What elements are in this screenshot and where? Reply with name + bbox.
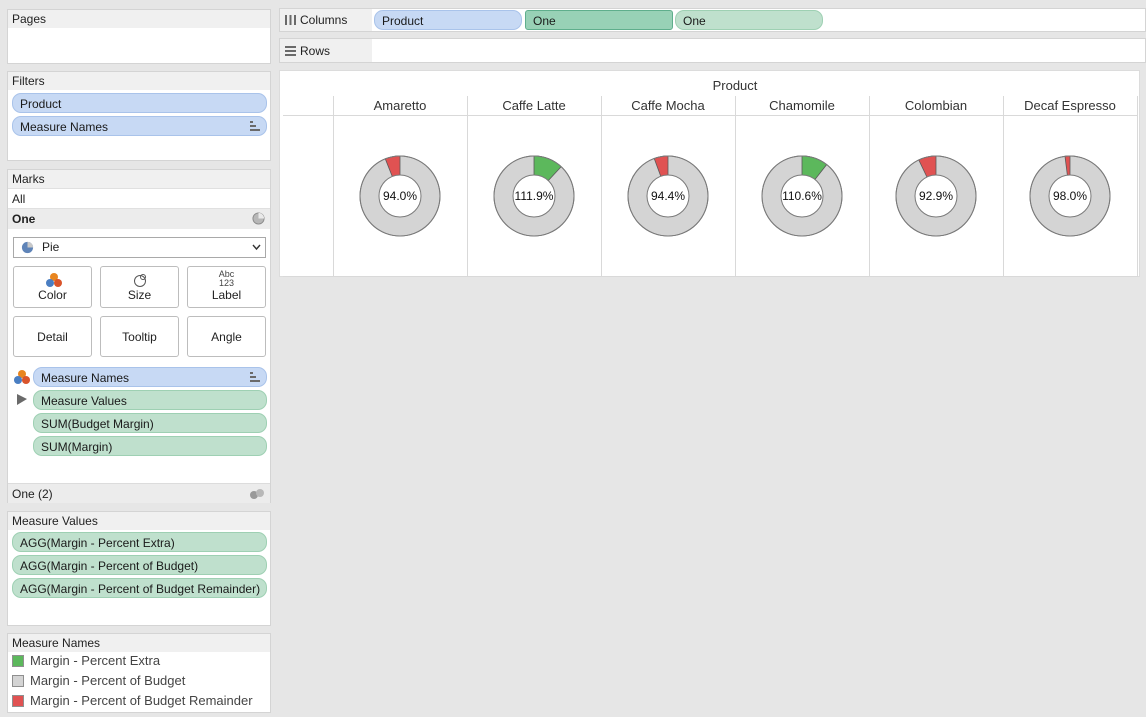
measure-values-pill-label: AGG(Margin - Percent of Budget Remainder…: [20, 582, 261, 596]
product-header-label[interactable]: Caffe Latte: [502, 98, 565, 113]
measure-values-pill-budget[interactable]: AGG(Margin - Percent of Budget): [12, 555, 267, 575]
columns-pill-label: One: [533, 14, 556, 28]
donut-center-label: 94.0%: [383, 189, 417, 203]
chevron-down-icon: [252, 244, 261, 251]
filters-title: Filters: [8, 72, 270, 90]
legend-item-percent-remainder[interactable]: Margin - Percent of Budget Remainder: [12, 692, 253, 710]
rows-shelf-label: Rows: [280, 39, 372, 62]
rows-shelf[interactable]: Rows: [279, 38, 1146, 63]
legend-item-percent-extra[interactable]: Margin - Percent Extra: [12, 652, 160, 670]
angle-encoding-icon: [17, 394, 27, 405]
columns-pill-label: Product: [382, 14, 424, 28]
product-header-label[interactable]: Colombian: [905, 98, 967, 113]
marks-title: Marks: [8, 170, 270, 188]
marks-one-tab[interactable]: One: [8, 209, 270, 229]
size-button[interactable]: Size: [100, 266, 179, 308]
marks-pill-label: Measure Values: [41, 394, 127, 408]
mark-type-label: Pie: [42, 240, 60, 254]
columns-pill-label: One: [683, 14, 706, 28]
measure-values-pill-label: AGG(Margin - Percent of Budget): [20, 559, 199, 573]
measure-values-title: Measure Values: [8, 512, 270, 530]
size-icon: [134, 274, 146, 287]
color-button-label: Color: [38, 288, 67, 302]
rows-icon: [285, 46, 296, 56]
viz-view[interactable]: Product Amaretto 94.0% Caffe Latte 111.9% Caf…: [279, 70, 1140, 277]
measure-names-legend[interactable]: Measure Names Margin - Percent Extra Mar…: [7, 633, 271, 713]
angle-button-label: Angle: [211, 330, 242, 344]
tooltip-button[interactable]: Tooltip: [100, 316, 179, 357]
marks-all-tab[interactable]: All: [8, 188, 270, 209]
size-button-label: Size: [127, 288, 152, 302]
columns-label-text: Columns: [300, 13, 348, 27]
marks-one-2-label: One (2): [12, 487, 53, 501]
measure-values-pill-label: AGG(Margin - Percent Extra): [20, 536, 175, 550]
mark-type-dropdown[interactable]: Pie: [13, 237, 266, 258]
marks-pill-label: SUM(Budget Margin): [41, 417, 154, 431]
columns-shelf[interactable]: Columns Product One One: [279, 8, 1146, 32]
columns-shelf-label: Columns: [280, 9, 372, 31]
donut-center-label: 111.9%: [515, 189, 554, 203]
legend-swatch: [12, 675, 24, 687]
filter-pill-product[interactable]: Product: [12, 93, 267, 113]
legend-title: Measure Names: [8, 634, 270, 652]
donut-center-label: 92.9%: [919, 189, 953, 203]
product-header-label[interactable]: Amaretto: [374, 98, 427, 113]
marks-pill-measure-values[interactable]: Measure Values: [33, 390, 267, 410]
rows-label-text: Rows: [300, 44, 331, 58]
marks-pill-sum-budget-margin[interactable]: SUM(Budget Margin): [33, 413, 267, 433]
columns-pill-one-2[interactable]: One: [675, 10, 823, 30]
color-encoding-icon: [14, 370, 30, 384]
marks-card[interactable]: Marks All One Pie Color Size Abc 123 Lab…: [7, 169, 271, 503]
donut-center-label: 98.0%: [1053, 189, 1087, 203]
measure-values-pill-remainder[interactable]: AGG(Margin - Percent of Budget Remainder…: [12, 578, 267, 598]
filter-pill-label: Product: [20, 97, 62, 111]
pie-chart-grid[interactable]: Product Amaretto 94.0% Caffe Latte 111.9% Caf…: [280, 71, 1141, 278]
columns-pill-product[interactable]: Product: [374, 10, 522, 30]
color-button[interactable]: Color: [13, 266, 92, 308]
legend-swatch: [12, 655, 24, 667]
legend-item-percent-of-budget[interactable]: Margin - Percent of Budget: [12, 672, 185, 690]
legend-item-label: Margin - Percent of Budget: [30, 673, 186, 688]
measure-values-pill-extra[interactable]: AGG(Margin - Percent Extra): [12, 532, 267, 552]
product-header-label[interactable]: Decaf Espresso: [1024, 98, 1116, 113]
pages-card[interactable]: Pages: [7, 9, 271, 64]
sort-icon: [250, 121, 260, 131]
measure-values-card[interactable]: Measure Values AGG(Margin - Percent Extr…: [7, 511, 271, 626]
color-icon: [46, 273, 62, 287]
marks-all-label: All: [12, 192, 26, 206]
pages-title: Pages: [8, 10, 270, 28]
marks-one-label: One: [12, 212, 36, 226]
columns-pill-one-1[interactable]: One: [525, 10, 673, 30]
legend-swatch: [12, 695, 24, 707]
filter-pill-label: Measure Names: [20, 120, 109, 134]
angle-button[interactable]: Angle: [187, 316, 266, 357]
filters-card[interactable]: Filters Product Measure Names: [7, 71, 271, 161]
marks-pill-label: SUM(Margin): [41, 440, 113, 454]
label-button[interactable]: Abc 123 Label: [187, 266, 266, 308]
column-header-title: Product: [713, 78, 758, 93]
marks-pill-label: Measure Names: [41, 371, 130, 385]
detail-button-label: Detail: [37, 330, 68, 344]
marks-one-2-tab[interactable]: One (2): [8, 483, 270, 503]
legend-item-label: Margin - Percent Extra: [30, 653, 161, 668]
donut-center-label: 94.4%: [651, 189, 685, 203]
label-button-label: Label: [211, 288, 242, 302]
legend-item-label: Margin - Percent of Budget Remainder: [30, 693, 253, 708]
marks-pill-sum-margin[interactable]: SUM(Margin): [33, 436, 267, 456]
detail-button[interactable]: Detail: [13, 316, 92, 357]
donut-center-label: 110.6%: [782, 189, 822, 203]
marks-pill-measure-names[interactable]: Measure Names: [33, 367, 267, 387]
dual-axis-icon: [250, 489, 264, 499]
product-header-label[interactable]: Chamomile: [769, 98, 835, 113]
pie-icon: [252, 212, 265, 225]
filter-pill-measure-names[interactable]: Measure Names: [12, 116, 267, 136]
label-icon: Abc 123: [188, 270, 265, 288]
label-icon-123: 123: [218, 278, 235, 288]
tooltip-button-label: Tooltip: [122, 330, 157, 344]
sort-icon: [250, 372, 260, 382]
pie-mark-icon: [21, 241, 34, 254]
columns-icon: [285, 15, 296, 25]
product-header-label[interactable]: Caffe Mocha: [631, 98, 705, 113]
